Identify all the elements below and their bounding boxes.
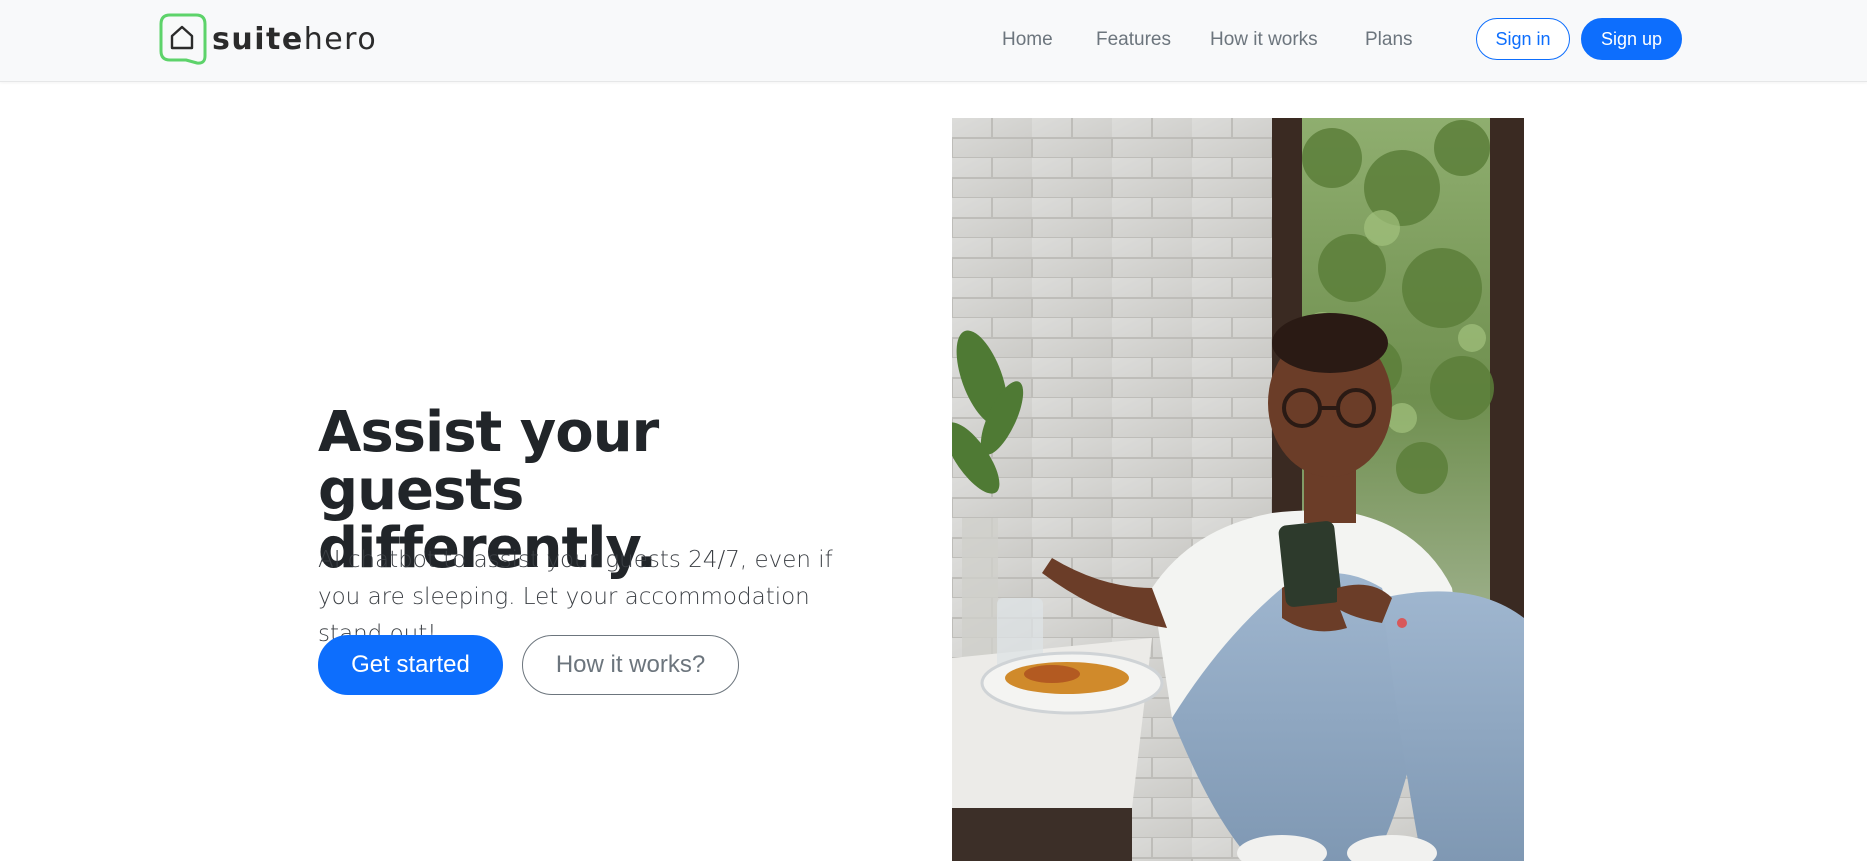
- nav-home-link[interactable]: Home: [1002, 28, 1053, 52]
- nav-features-link[interactable]: Features: [1096, 28, 1171, 52]
- brand-name-regular: hero: [303, 22, 378, 57]
- brand-logo-link[interactable]: suitehero: [156, 12, 377, 66]
- hero-photo: [952, 118, 1524, 861]
- nav-how-it-works-link[interactable]: How it works: [1210, 28, 1318, 52]
- brand-name-bold: suite: [212, 22, 304, 57]
- sign-in-button[interactable]: Sign in: [1476, 18, 1570, 60]
- nav-plans-link[interactable]: Plans: [1365, 28, 1413, 52]
- top-navbar: suitehero Home Features How it works Pla…: [0, 0, 1867, 82]
- brand-name: suitehero: [212, 25, 377, 55]
- house-chat-bubble-icon: [159, 13, 207, 65]
- how-it-works-button[interactable]: How it works?: [522, 635, 739, 695]
- woman-with-phone-photo: [952, 118, 1524, 861]
- get-started-button[interactable]: Get started: [318, 635, 503, 695]
- sign-up-button[interactable]: Sign up: [1581, 18, 1682, 60]
